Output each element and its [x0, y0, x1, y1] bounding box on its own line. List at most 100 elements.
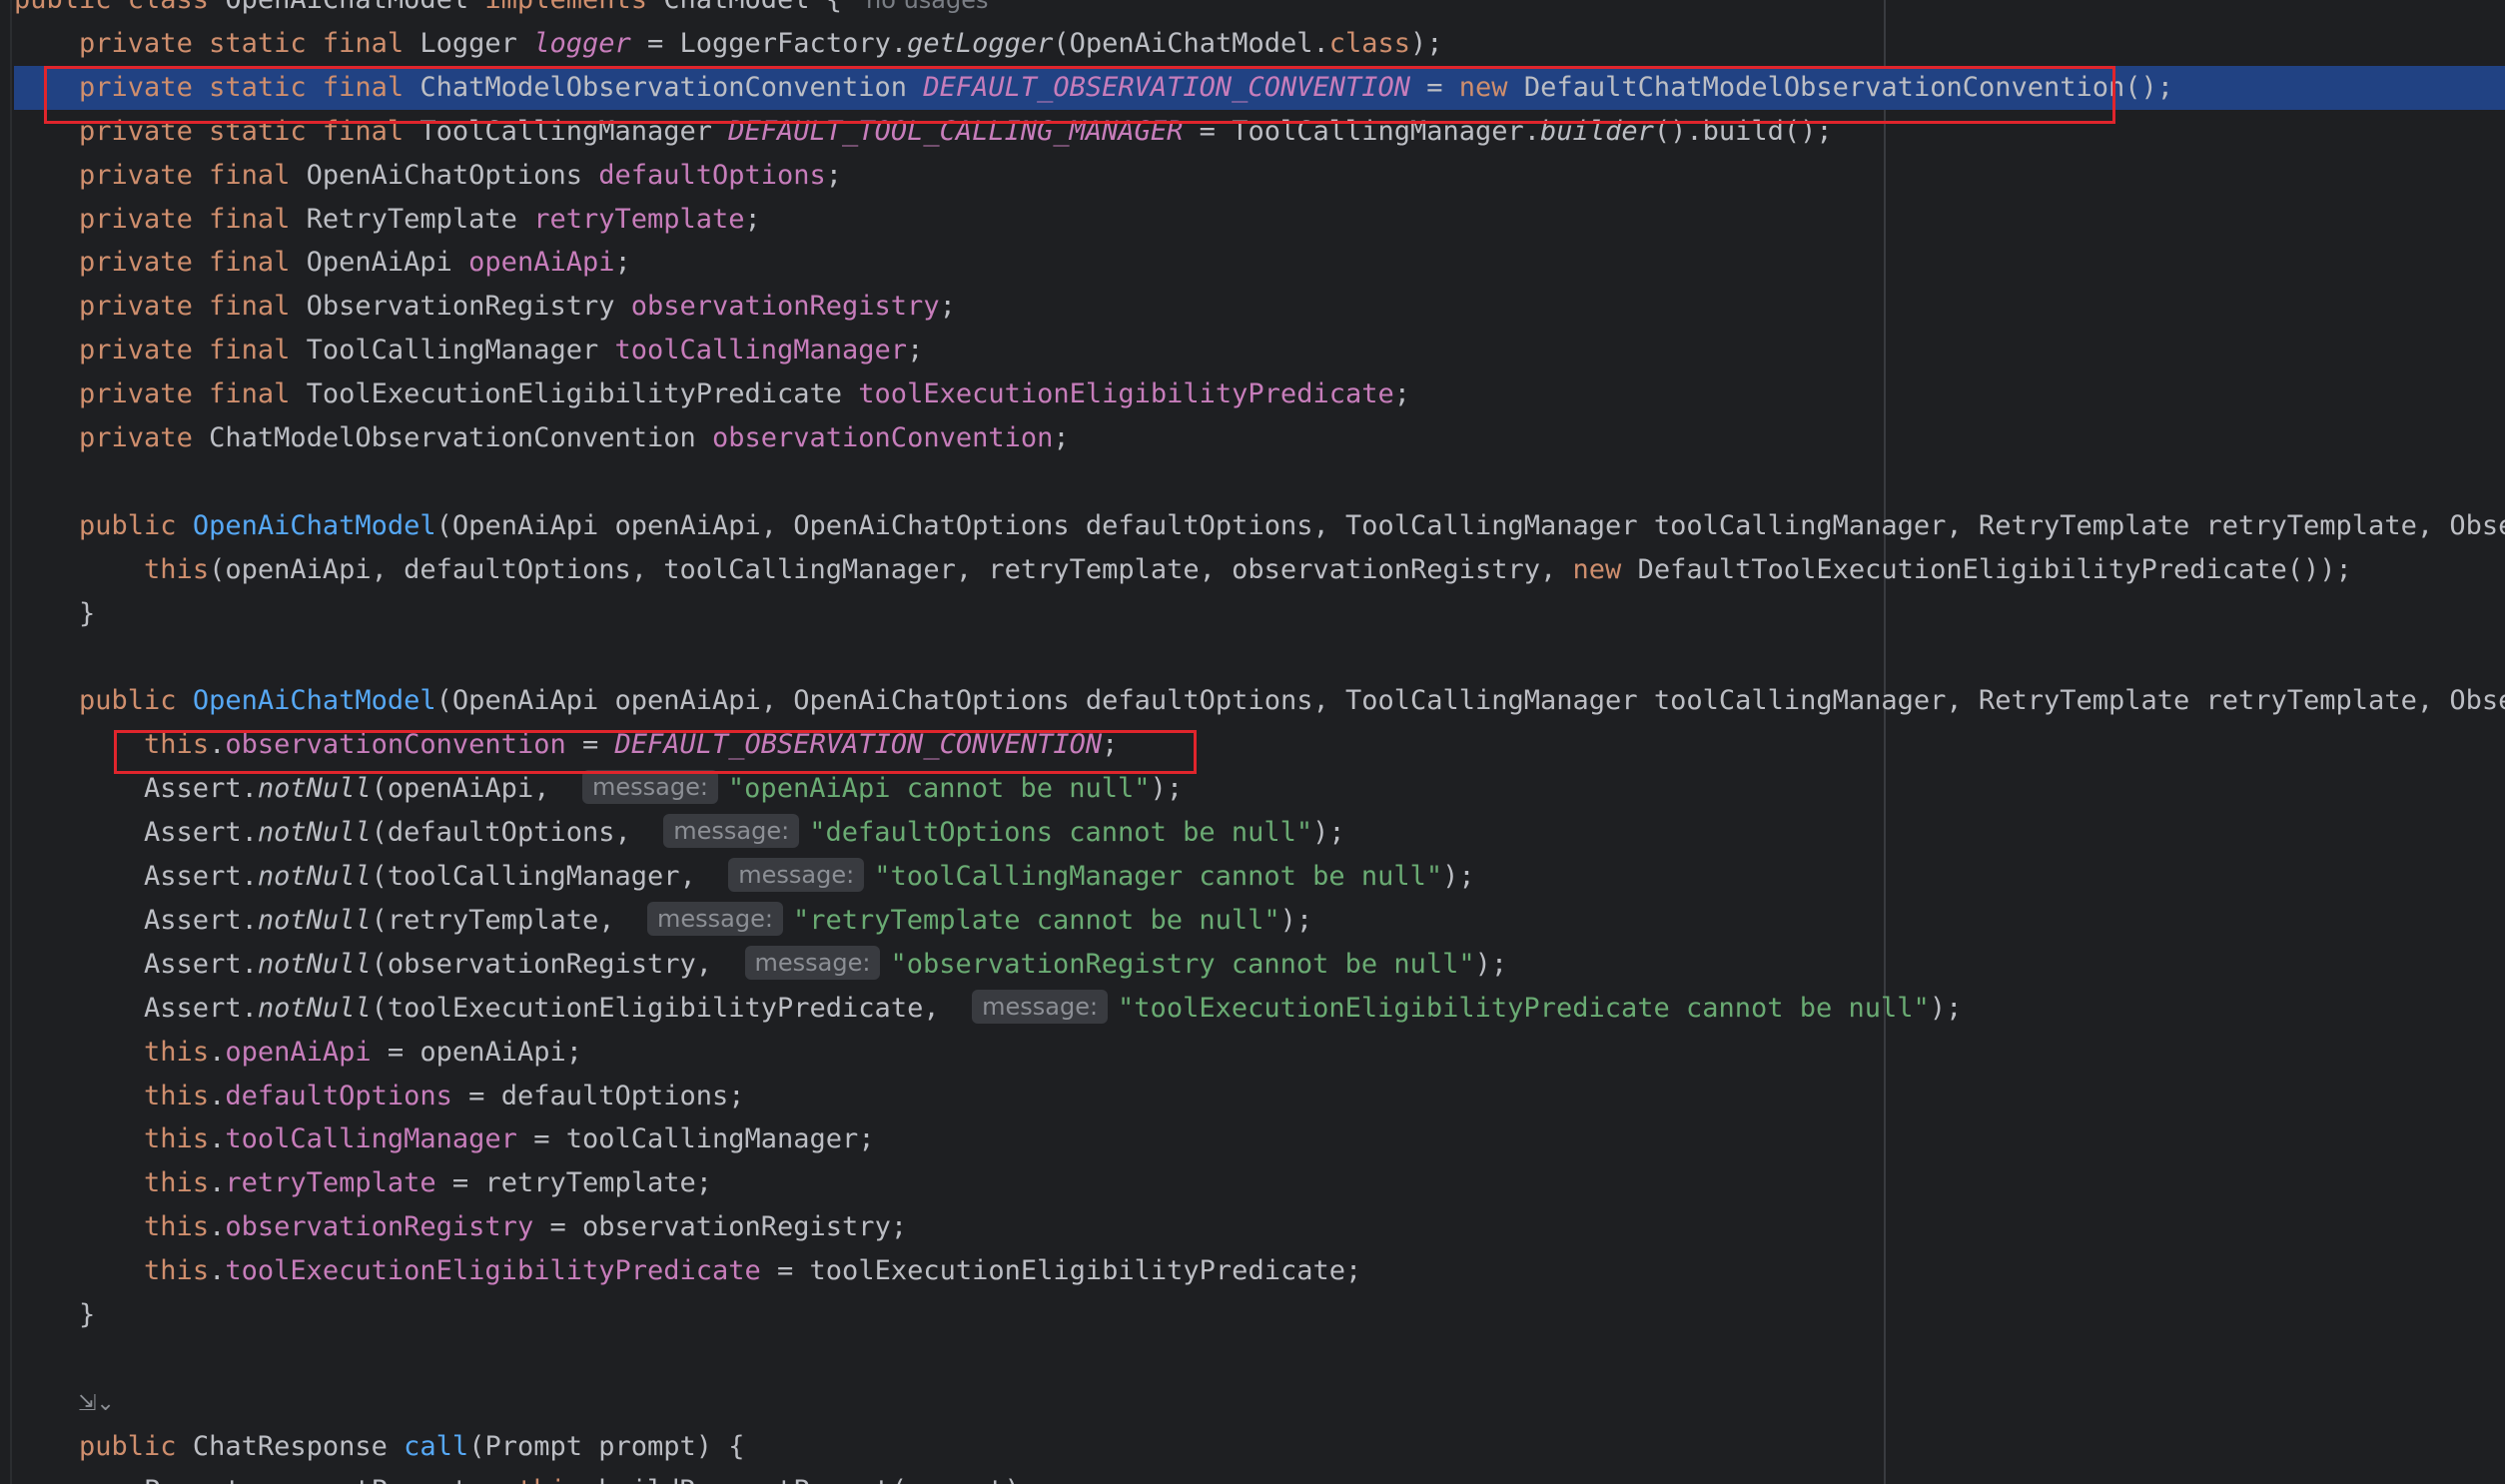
code-token: "retryTemplate cannot be null": [792, 904, 1280, 936]
code-line[interactable]: this.observationRegistry = observationRe…: [14, 1205, 907, 1249]
code-token: private final: [79, 159, 307, 191]
code-token: );: [1150, 773, 1184, 805]
code-token: ().build();: [1653, 115, 1833, 147]
code-line[interactable]: public ChatResponse call(Prompt prompt) …: [14, 1425, 745, 1469]
code-token: = toolCallingManager;: [516, 1123, 875, 1155]
code-token: implements: [484, 0, 663, 15]
code-token: private final: [79, 335, 307, 367]
code-token: ;: [1393, 378, 1410, 410]
code-line[interactable]: private final RetryTemplate retryTemplat…: [14, 198, 761, 242]
code-line[interactable]: private ChatModelObservationConvention o…: [14, 416, 1070, 460]
code-token: private final: [79, 247, 307, 279]
code-token: .: [209, 1211, 226, 1243]
code-line[interactable]: Assert.notNull(observationRegistry, mess…: [14, 943, 1507, 987]
parameter-hint: message:: [581, 770, 718, 805]
code-token: this: [517, 1475, 582, 1484]
code-token: retryTemplate: [225, 1167, 436, 1199]
code-token: OpenAiChatOptions: [306, 159, 599, 191]
code-token: .: [209, 1255, 226, 1287]
code-token: "observationRegistry cannot be null": [890, 948, 1475, 980]
parameter-hint: message:: [646, 901, 783, 936]
code-editor[interactable]: public class OpenAiChatModel implements …: [0, 0, 2505, 1484]
code-token: =: [1410, 71, 1459, 103]
code-token: new: [1572, 553, 1638, 585]
code-line[interactable]: private final ToolExecutionEligibilityPr…: [14, 372, 1410, 416]
code-token: Assert.: [14, 773, 258, 805]
usages-hint: no usages: [866, 0, 989, 14]
code-line[interactable]: Assert.notNull(defaultOptions, message: "…: [14, 811, 1345, 855]
code-line[interactable]: this.toolCallingManager = toolCallingMan…: [14, 1117, 875, 1161]
code-token: this: [144, 1255, 210, 1287]
code-line[interactable]: this.defaultOptions = defaultOptions;: [14, 1075, 745, 1118]
code-token: openAiApi: [468, 247, 615, 279]
code-token: DEFAULT_OBSERVATION_CONVENTION: [614, 729, 1103, 761]
code-token: Assert.: [14, 904, 258, 936]
code-token: this: [144, 1080, 210, 1112]
code-line[interactable]: private final ObservationRegistry observ…: [14, 285, 956, 329]
code-line[interactable]: Assert.notNull(toolCallingManager, messa…: [14, 855, 1475, 899]
code-line[interactable]: }: [14, 592, 95, 636]
code-line[interactable]: private final ToolCallingManager toolCal…: [14, 329, 923, 372]
code-token: = defaultOptions;: [451, 1080, 745, 1112]
code-token: .: [209, 1080, 226, 1112]
code-token: Assert.: [14, 948, 258, 980]
code-token: this: [144, 1036, 210, 1068]
code-token: logger: [533, 27, 631, 59]
code-token: this: [144, 1167, 210, 1199]
code-token: ;: [1053, 422, 1070, 453]
code-token: ObservationRegistry: [306, 291, 631, 323]
code-line[interactable]: public class OpenAiChatModel implements …: [14, 0, 989, 22]
code-line[interactable]: public OpenAiChatModel(OpenAiApi openAiA…: [14, 679, 2505, 723]
code-line[interactable]: Assert.notNull(openAiApi, message: "openA…: [14, 767, 1183, 811]
code-token: (OpenAiChatModel.: [1053, 27, 1329, 59]
code-line[interactable]: public OpenAiChatModel(OpenAiApi openAiA…: [14, 504, 2505, 548]
code-token: );: [1410, 27, 1443, 59]
code-token: ChatModel {: [663, 0, 842, 15]
code-line[interactable]: private final OpenAiChatOptions defaultO…: [14, 154, 842, 198]
code-token: buildRequestPrompt(prompt);: [598, 1475, 1037, 1484]
code-token: DEFAULT_TOOL_CALLING_MANAGER: [728, 115, 1184, 147]
code-token: private: [79, 422, 210, 453]
code-line[interactable]: Assert.notNull(toolExecutionEligibilityP…: [14, 987, 1962, 1031]
code-token: );: [1929, 992, 1963, 1024]
code-token: RetryTemplate: [306, 203, 534, 235]
code-line[interactable]: private static final Logger logger = Log…: [14, 22, 1443, 66]
code-line[interactable]: this.retryTemplate = retryTemplate;: [14, 1161, 712, 1205]
code-line[interactable]: this.observationConvention = DEFAULT_OBS…: [14, 723, 1118, 767]
code-line[interactable]: private static final ToolCallingManager …: [14, 110, 1833, 154]
code-token: ToolCallingManager: [419, 115, 729, 147]
code-line[interactable]: Assert.notNull(retryTemplate, message: "r…: [14, 899, 1312, 943]
code-token: ChatResponse: [192, 1430, 405, 1462]
code-line[interactable]: this(openAiApi, defaultOptions, toolCall…: [14, 548, 2352, 592]
code-token: (openAiApi,: [371, 773, 582, 805]
code-token: ;: [744, 203, 761, 235]
code-token: "defaultOptions cannot be null": [809, 817, 1313, 849]
code-token: retryTemplate: [533, 203, 745, 235]
code-token: DEFAULT_OBSERVATION_CONVENTION: [923, 71, 1410, 103]
code-token: .: [209, 729, 226, 761]
code-token: }: [14, 1299, 96, 1330]
code-line[interactable]: this.openAiApi = openAiApi;: [14, 1031, 582, 1075]
code-token: public: [79, 509, 193, 541]
code-line-highlighted[interactable]: private static final ChatModelObservatio…: [14, 65, 2505, 110]
code-line[interactable]: }: [14, 1293, 95, 1337]
code-token: this: [144, 1211, 210, 1243]
code-line[interactable]: this.toolExecutionEligibilityPredicate =…: [14, 1249, 1361, 1293]
implements-gutter-icon[interactable]: ⇲⌄: [78, 1390, 122, 1418]
code-token: ChatModelObservationConvention: [209, 422, 712, 453]
code-line[interactable]: Prompt requestPrompt = this.buildRequest…: [14, 1469, 1037, 1484]
code-token: notNull: [257, 817, 372, 849]
code-line[interactable]: private final OpenAiApi openAiApi;: [14, 241, 631, 285]
code-token: = ToolCallingManager.: [1183, 115, 1541, 147]
code-token: (OpenAiApi openAiApi, OpenAiChatOptions …: [435, 509, 2505, 541]
